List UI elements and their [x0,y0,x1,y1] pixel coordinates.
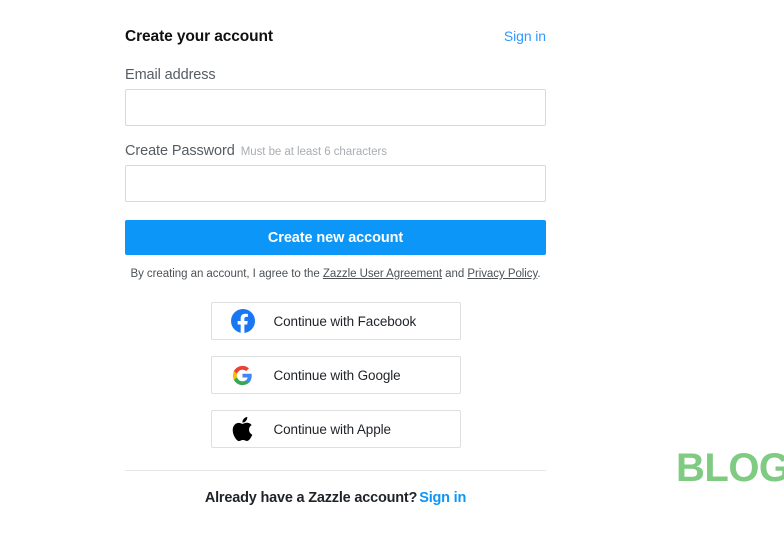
continue-with-apple-button[interactable]: Continue with Apple [210,410,461,448]
password-hint: Must be at least 6 characters [240,146,387,158]
email-field-group: Email address [125,67,546,126]
password-label: Create Password [125,143,235,159]
legal-prefix: By creating an account, I agree to the [130,268,323,280]
form-header: Create your account Sign in [125,28,546,50]
password-input[interactable] [125,165,546,202]
signin-link-top[interactable]: Sign in [504,28,546,44]
signup-form: Create your account Sign in Email addres… [125,28,546,506]
signin-link-bottom[interactable]: Sign in [419,490,466,506]
continue-with-facebook-button[interactable]: Continue with Facebook [210,302,461,340]
legal-middle: and [442,268,468,280]
page-title: Create your account [125,28,273,45]
social-button-label: Continue with Facebook [273,313,417,329]
social-login-list: Continue with Facebook Continue with Goo… [125,302,546,448]
social-button-label: Continue with Google [273,367,401,383]
blog-watermark: BLOG [676,446,784,490]
password-field-group: Create Password Must be at least 6 chara… [125,143,546,202]
facebook-icon [212,309,274,333]
email-label-row: Email address [125,67,546,83]
divider [125,470,546,471]
footer-signin-row: Already have a Zazzle account? Sign in [125,490,546,506]
google-icon [212,365,274,386]
footer-text: Already have a Zazzle account? [204,490,418,506]
apple-icon [212,417,274,441]
user-agreement-link[interactable]: Zazzle User Agreement [323,268,442,280]
email-input[interactable] [125,89,546,126]
continue-with-google-button[interactable]: Continue with Google [210,356,461,394]
email-label: Email address [125,67,216,83]
privacy-policy-link[interactable]: Privacy Policy [467,268,537,280]
create-account-button[interactable]: Create new account [125,220,546,255]
legal-suffix: . [537,268,541,280]
password-label-row: Create Password Must be at least 6 chara… [125,143,546,159]
legal-text: By creating an account, I agree to the Z… [125,268,546,280]
social-button-label: Continue with Apple [273,421,392,437]
